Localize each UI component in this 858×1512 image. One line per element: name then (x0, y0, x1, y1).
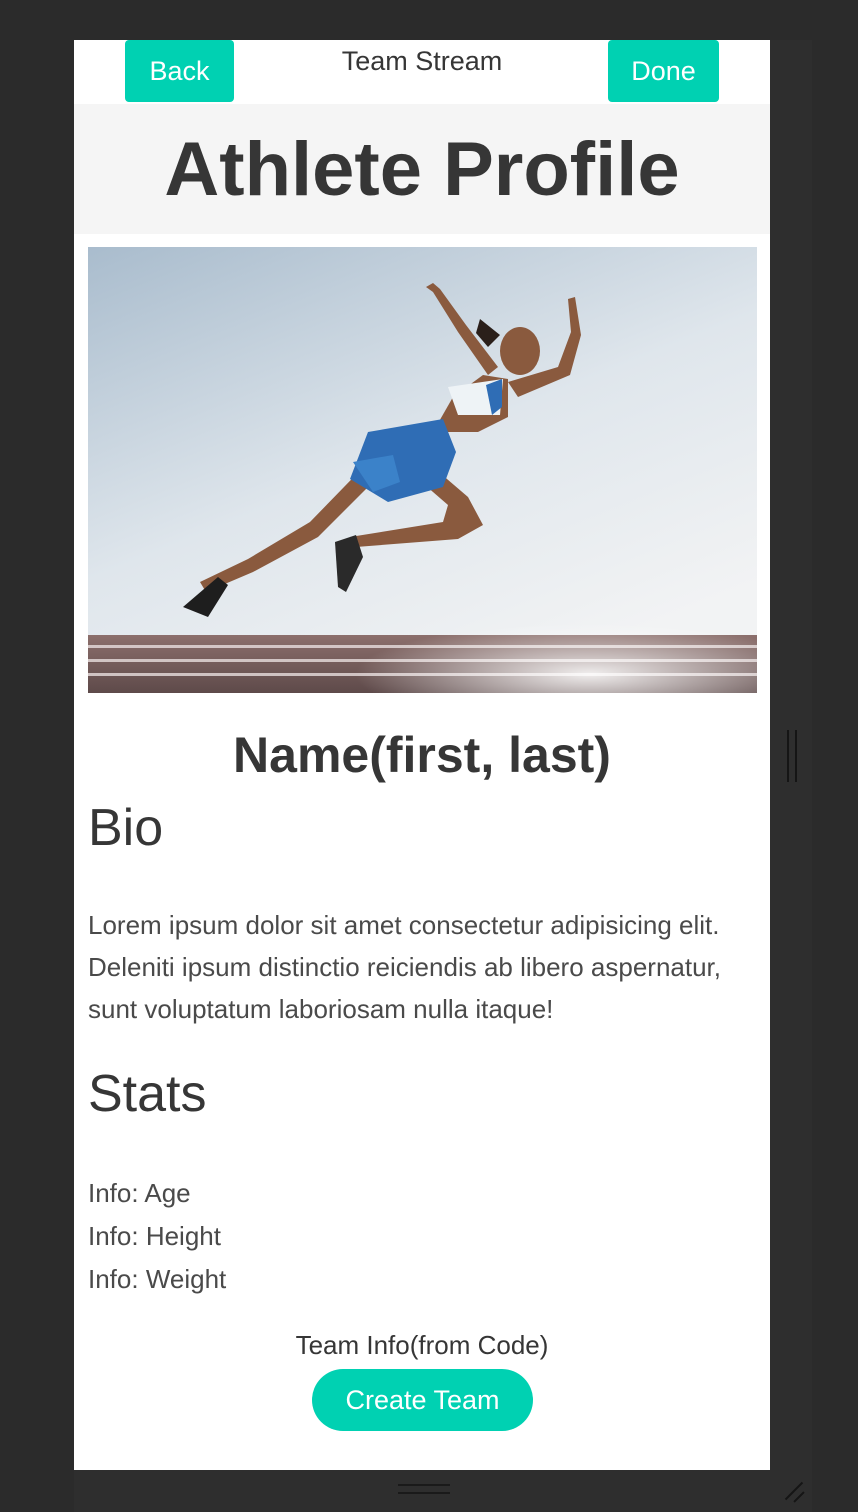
bio-text: Lorem ipsum dolor sit amet consectetur a… (88, 910, 721, 1024)
team-info-text: Team Info(from Code) (295, 1330, 549, 1360)
sprinter-photo-icon (88, 247, 757, 693)
stat-age: Info: Age (88, 1178, 191, 1208)
athlete-name: Name(first, last) (233, 727, 611, 783)
drag-grip-line (398, 1492, 450, 1494)
navbar: Back Team Stream Done (74, 40, 770, 104)
page-title: Athlete Profile (164, 127, 680, 212)
side-resize-handle[interactable] (787, 730, 797, 782)
bio-heading: Bio (88, 799, 164, 857)
stats-heading: Stats (88, 1065, 207, 1123)
stat-weight: Info: Weight (88, 1264, 227, 1294)
app-screen: Back Team Stream Done Athlete Profile Na… (74, 40, 770, 1470)
athlete-photo (88, 247, 757, 693)
stats-list: Info: Age Info: Height Info: Weight (88, 1172, 226, 1301)
stat-height: Info: Height (88, 1221, 221, 1251)
resize-corner-icon[interactable] (778, 1476, 808, 1506)
hero-banner: Athlete Profile (74, 104, 770, 234)
done-button[interactable]: Done (608, 40, 719, 102)
drag-grip-line (398, 1484, 450, 1486)
create-team-button[interactable]: Create Team (312, 1369, 533, 1431)
device-frame-bottom (74, 1470, 812, 1512)
